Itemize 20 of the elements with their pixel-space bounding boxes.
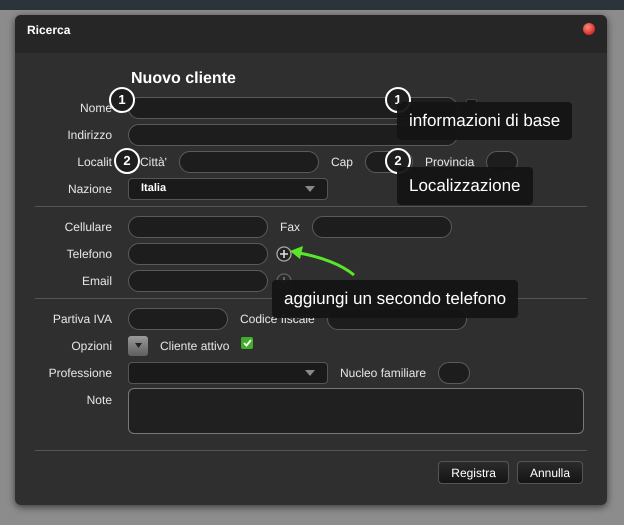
callout-tooltip: aggiungi un secondo telefono	[272, 280, 518, 318]
field-label: Email	[80, 272, 112, 290]
field-label: Fax	[279, 218, 302, 236]
field-label: Indirizzo	[66, 126, 112, 144]
field-label: Cliente attivo	[159, 338, 230, 354]
field-label: Nucleo familiare	[339, 364, 428, 382]
field-label: Città'	[139, 154, 168, 170]
field-label: Cap	[330, 154, 354, 170]
field-label: Note	[86, 392, 112, 409]
field-label: Professione	[48, 364, 112, 382]
field-label: Cellulare	[64, 218, 112, 236]
field-label: Nome	[78, 100, 112, 116]
field-label: Partiva IVA	[52, 310, 112, 328]
callout-tooltip: Localizzazione	[397, 167, 533, 204]
field-label: Opzioni	[70, 338, 112, 354]
field-label: Nazione	[66, 180, 112, 198]
form-heading: Nuovo cliente	[131, 69, 237, 89]
field-label: Localit	[76, 154, 112, 170]
field-label: Telefono	[66, 246, 112, 262]
window-title: Ricerca	[27, 22, 70, 39]
